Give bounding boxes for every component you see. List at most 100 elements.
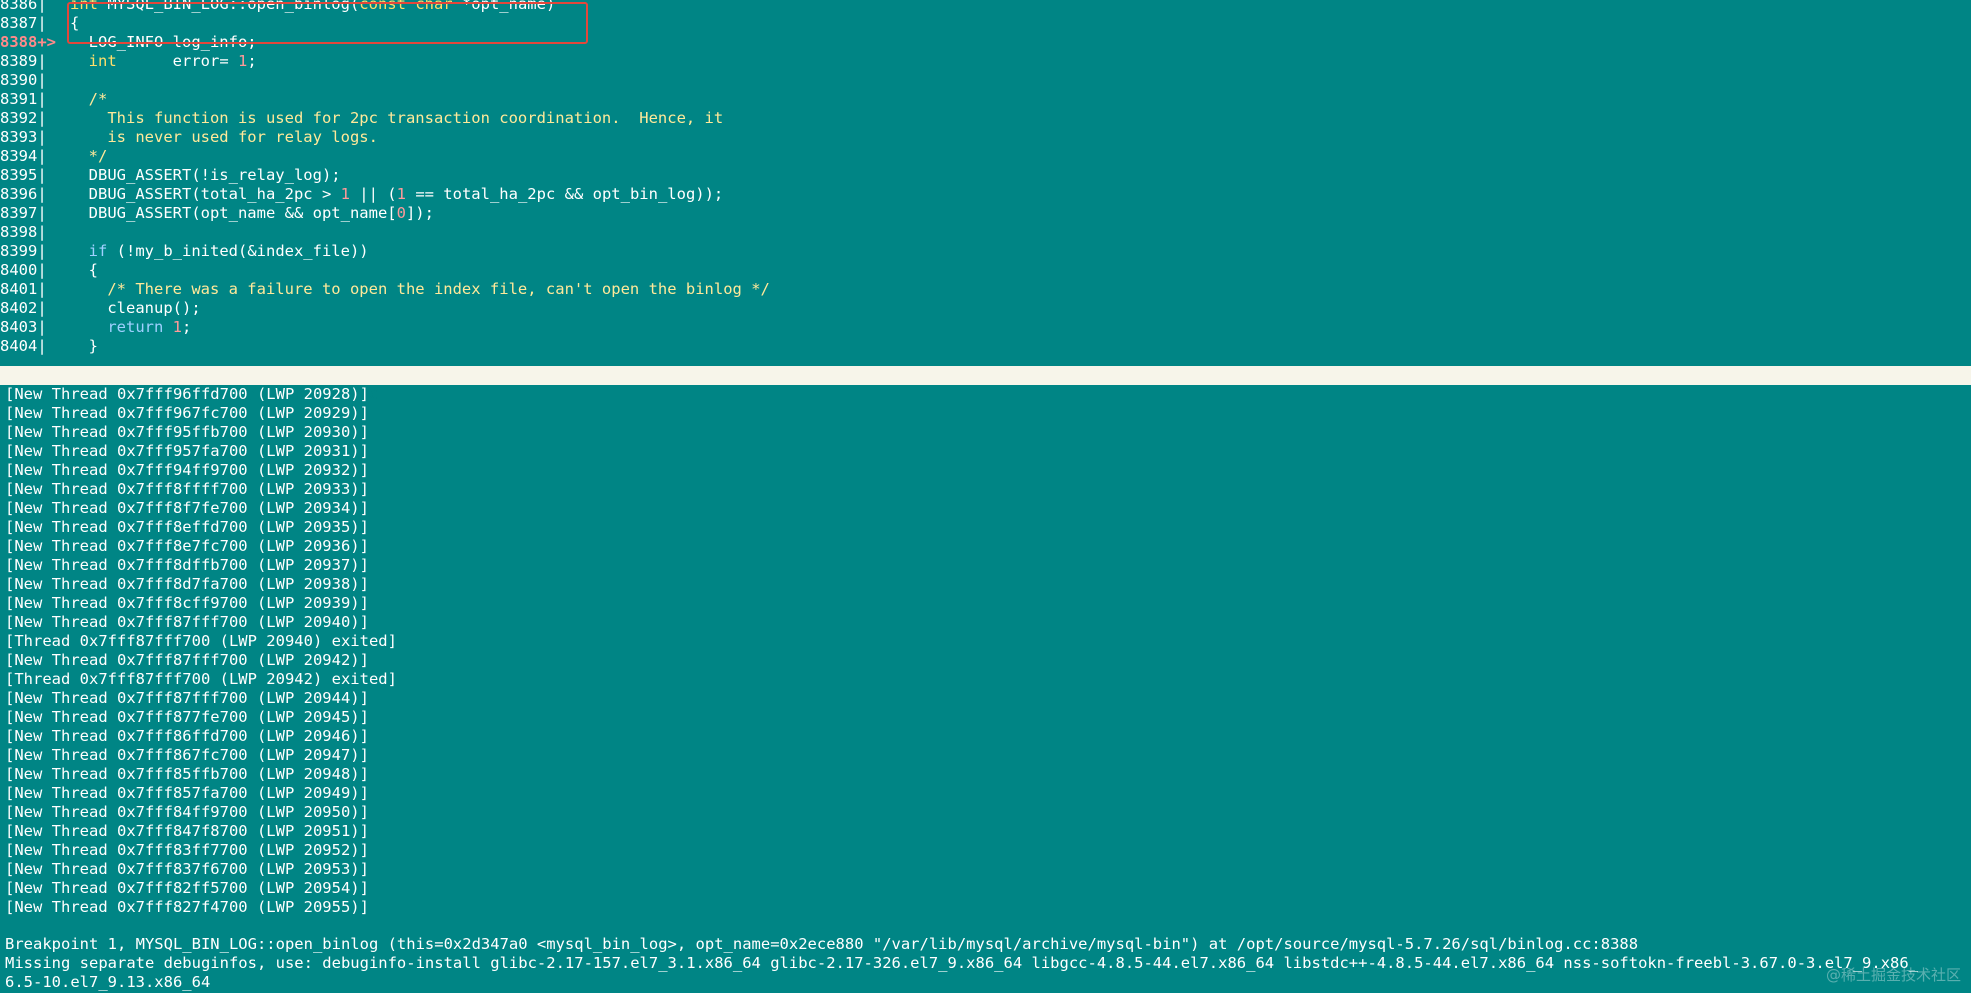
debuginfo-warning-line: Missing separate debuginfos, use: debugi…: [5, 954, 1919, 972]
code-token: DBUG_ASSERT(total_ha_2pc >: [70, 185, 341, 203]
code-token: 1: [396, 185, 406, 203]
code-token: */: [70, 147, 108, 165]
code-token: error=: [116, 52, 238, 70]
debuginfo-warning-continuation: 6.5-10.el7_9.13.x86_64: [5, 973, 211, 991]
code-token: || (: [349, 185, 397, 203]
gdb-output-line: [New Thread 0x7fff87fff700 (LWP 20944)]: [5, 689, 369, 707]
gdb-output-line: [Thread 0x7fff87fff700 (LWP 20942) exite…: [5, 670, 397, 688]
code-token: 1: [238, 52, 248, 70]
code-token: is never used for relay logs.: [70, 128, 378, 146]
gdb-output-line: [New Thread 0x7fff847f8700 (LWP 20951)]: [5, 822, 369, 840]
gdb-output-line: [New Thread 0x7fff84ff9700 (LWP 20950)]: [5, 803, 369, 821]
code-token: /* There was a failure to open the index…: [70, 280, 770, 298]
line-number: 8396|: [0, 185, 47, 203]
code-token: DBUG_ASSERT(!is_relay_log);: [70, 166, 341, 184]
breakpoint-message-area: Breakpoint 1, MYSQL_BIN_LOG::open_binlog…: [0, 935, 1971, 992]
code-token: {: [70, 261, 98, 279]
gdb-output-line: [New Thread 0x7fff827f4700 (LWP 20955)]: [5, 898, 369, 916]
source-code-pane[interactable]: 8386| int MYSQL_BIN_LOG::open_binlog(cons…: [0, 0, 1971, 366]
line-number: 8386|: [0, 0, 47, 13]
gdb-output-line: [New Thread 0x7fff8ffff700 (LWP 20933)]: [5, 480, 369, 498]
line-number: 8388+>: [0, 33, 56, 51]
gdb-output-line: [New Thread 0x7fff83ff7700 (LWP 20952)]: [5, 841, 369, 859]
function-signature-highlight: [67, 2, 588, 44]
gdb-output-line: [New Thread 0x7fff967fc700 (LWP 20929)]: [5, 404, 369, 422]
gdb-output-line: [New Thread 0x7fff877fe700 (LWP 20945)]: [5, 708, 369, 726]
gdb-output-line: [New Thread 0x7fff96ffd700 (LWP 20928)]: [5, 385, 369, 403]
source-line: 8402| cleanup();: [0, 299, 1971, 318]
line-number: 8387|: [0, 14, 47, 32]
line-number: 8399|: [0, 242, 47, 260]
code-token: if: [88, 242, 108, 260]
gdb-output-line: [New Thread 0x7fff8e7fc700 (LWP 20936)]: [5, 537, 369, 555]
gdb-output-line: [New Thread 0x7fff8f7fe700 (LWP 20934)]: [5, 499, 369, 517]
source-file-status-bar: /opt/source/mysql-5.7.26/sql/binlog.cc: [0, 366, 1971, 403]
code-token: DBUG_ASSERT(opt_name && opt_name[: [70, 204, 397, 222]
code-token: ]);: [405, 204, 434, 222]
line-number: 8391|: [0, 90, 47, 108]
source-line: 8392| This function is used for 2pc tran…: [0, 109, 1971, 128]
code-token: 0: [396, 204, 406, 222]
gdb-output-line: [Thread 0x7fff87fff700 (LWP 20940) exite…: [5, 632, 397, 650]
gdb-output-line: [New Thread 0x7fff837f6700 (LWP 20953)]: [5, 860, 369, 878]
source-line: 8401| /* There was a failure to open the…: [0, 280, 1971, 299]
line-number: 8400|: [0, 261, 47, 279]
gdb-output-line: [New Thread 0x7fff87fff700 (LWP 20940)]: [5, 613, 369, 631]
gdb-output-line: [New Thread 0x7fff86ffd700 (LWP 20946)]: [5, 727, 369, 745]
source-line: 8403| return 1;: [0, 318, 1971, 337]
source-line: 8397| DBUG_ASSERT(opt_name && opt_name[0…: [0, 204, 1971, 223]
code-token: }: [70, 337, 98, 355]
line-number: 8404|: [0, 337, 47, 355]
gdb-output-line: [New Thread 0x7fff857fa700 (LWP 20949)]: [5, 784, 369, 802]
source-line: 8391| /*: [0, 90, 1971, 109]
line-number: 8392|: [0, 109, 47, 127]
gdb-output-line: [New Thread 0x7fff867fc700 (LWP 20947)]: [5, 746, 369, 764]
gdb-output-line: [New Thread 0x7fff8cff9700 (LWP 20939)]: [5, 594, 369, 612]
line-number: 8403|: [0, 318, 47, 336]
line-number: 8389|: [0, 52, 47, 70]
code-token: == total_ha_2pc && opt_bin_log));: [405, 185, 724, 203]
gdb-output-line: [New Thread 0x7fff85ffb700 (LWP 20948)]: [5, 765, 369, 783]
gdb-output-line: [New Thread 0x7fff8effd700 (LWP 20935)]: [5, 518, 369, 536]
gdb-output-line: [New Thread 0x7fff82ff5700 (LWP 20954)]: [5, 879, 369, 897]
source-line: 8404| }: [0, 337, 1971, 356]
code-token: 1: [172, 318, 183, 336]
line-number: 8401|: [0, 280, 47, 298]
code-token: ;: [247, 52, 257, 70]
code-token: ;: [182, 318, 192, 336]
gdb-output-line: [New Thread 0x7fff8dffb700 (LWP 20937)]: [5, 556, 369, 574]
code-token: /*: [70, 90, 108, 108]
gdb-output-line: [New Thread 0x7fff87fff700 (LWP 20942)]: [5, 651, 369, 669]
line-number: 8393|: [0, 128, 47, 146]
source-line: 8390|: [0, 71, 1971, 90]
line-number: 8397|: [0, 204, 47, 222]
source-line: 8400| {: [0, 261, 1971, 280]
gdb-output-line: [New Thread 0x7fff95ffb700 (LWP 20930)]: [5, 423, 369, 441]
source-line: 8395| DBUG_ASSERT(!is_relay_log);: [0, 166, 1971, 185]
code-token: This function is used for 2pc transactio…: [70, 109, 724, 127]
code-token: 1: [340, 185, 350, 203]
code-token: return: [107, 318, 164, 336]
source-line: 8389| int error= 1;: [0, 52, 1971, 71]
source-line: 8393| is never used for relay logs.: [0, 128, 1971, 147]
watermark-text: @稀土掘金技术社区: [1825, 966, 1961, 984]
line-number: 8398|: [0, 223, 47, 241]
code-token: int: [88, 52, 117, 70]
code-token: cleanup();: [70, 299, 201, 317]
gdb-output-line: [New Thread 0x7fff8d7fa700 (LWP 20938)]: [5, 575, 369, 593]
code-token: (!my_b_inited(&index_file)): [107, 242, 369, 260]
line-number: 8390|: [0, 71, 47, 89]
breakpoint-hit-line: Breakpoint 1, MYSQL_BIN_LOG::open_binlog…: [5, 935, 1639, 953]
gdb-output-pane[interactable]: [New Thread 0x7fff96ffd700 (LWP 20928)][…: [0, 385, 1971, 917]
line-number: 8395|: [0, 166, 47, 184]
line-number: 8394|: [0, 147, 47, 165]
line-number: 8402|: [0, 299, 47, 317]
gdb-output-line: [New Thread 0x7fff957fa700 (LWP 20931)]: [5, 442, 369, 460]
source-line: 8394| */: [0, 147, 1971, 166]
source-line: 8399| if (!my_b_inited(&index_file)): [0, 242, 1971, 261]
gdb-output-line: [New Thread 0x7fff94ff9700 (LWP 20932)]: [5, 461, 369, 479]
source-line: 8398|: [0, 223, 1971, 242]
